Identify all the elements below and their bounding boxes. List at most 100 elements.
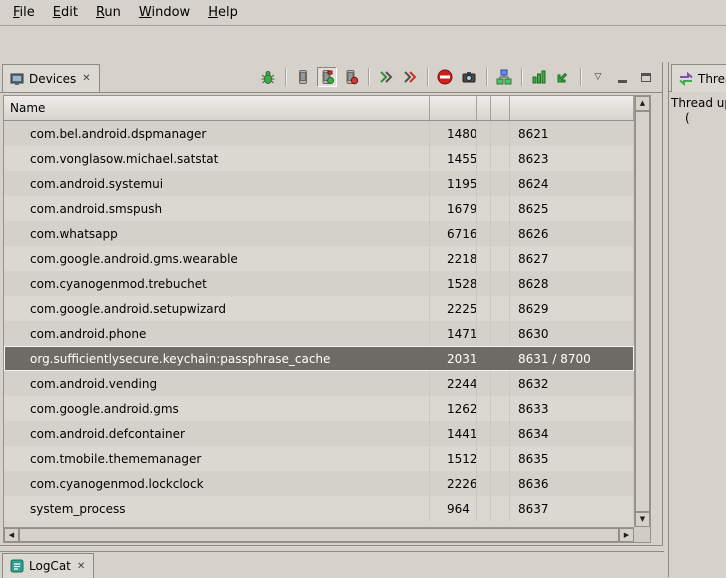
stop-tracing-icon[interactable] xyxy=(400,67,420,87)
process-status-cell xyxy=(477,296,491,321)
process-name-cell: com.tmobile.thememanager xyxy=(4,446,430,471)
process-flag-cell xyxy=(491,296,510,321)
table-row[interactable]: com.cyanogenmod.lockclock 22265 8636 xyxy=(4,471,634,496)
scroll-up-icon[interactable]: ▲ xyxy=(635,96,650,111)
table-row[interactable]: com.tmobile.thememanager 1512 8635 xyxy=(4,446,634,471)
process-flag-cell xyxy=(491,396,510,421)
threads-panel: Threa Thread up ( xyxy=(668,62,726,577)
process-name-cell: com.android.smspush xyxy=(4,196,430,221)
process-status-cell xyxy=(477,321,491,346)
table-row[interactable]: com.google.android.gms 12623 8633 xyxy=(4,396,634,421)
horizontal-scrollbar[interactable]: ◀ ▶ xyxy=(4,527,634,542)
scroll-right-icon[interactable]: ▶ xyxy=(619,528,634,542)
menu-edit[interactable]: Edit xyxy=(44,2,87,23)
table-row[interactable]: com.android.vending 22440 8632 xyxy=(4,371,634,396)
process-status-cell xyxy=(477,221,491,246)
table-row[interactable]: com.android.defcontainer 14411 8634 xyxy=(4,421,634,446)
process-status-cell xyxy=(477,421,491,446)
cause-gc-icon[interactable] xyxy=(341,67,361,87)
process-pid-cell: 12623 xyxy=(430,396,477,421)
menu-help[interactable]: Help xyxy=(199,2,247,23)
table-row[interactable]: com.cyanogenmod.trebuchet 1528 8628 xyxy=(4,271,634,296)
table-row[interactable]: system_process 964 8637 xyxy=(4,496,634,521)
table-row[interactable]: com.bel.android.dspmanager 1480 8621 xyxy=(4,121,634,146)
debug-icon[interactable] xyxy=(258,67,278,87)
process-pid-cell: 14411 xyxy=(430,421,477,446)
process-name-cell: com.android.defcontainer xyxy=(4,421,430,446)
table-row[interactable]: com.android.smspush 1679 8625 xyxy=(4,196,634,221)
process-status-cell xyxy=(477,446,491,471)
toolbar-separator xyxy=(427,68,428,86)
tab-devices[interactable]: Devices ✕ xyxy=(2,64,100,92)
table-row[interactable]: com.android.systemui 1195 8624 xyxy=(4,171,634,196)
process-pid-cell: 20311 xyxy=(430,346,477,371)
process-flag-cell xyxy=(491,246,510,271)
process-pid-cell: 22440 xyxy=(430,371,477,396)
toolbar-separator xyxy=(285,68,286,86)
process-port-cell: 8634 xyxy=(510,421,634,446)
threads-message: Thread up ( xyxy=(669,92,726,126)
process-flag-cell xyxy=(491,471,510,496)
minimize-icon[interactable] xyxy=(612,67,632,87)
table-row[interactable]: com.whatsapp 6716 8626 xyxy=(4,221,634,246)
process-port-cell: 8626 xyxy=(510,221,634,246)
process-pid-cell: 1471 xyxy=(430,321,477,346)
process-pid-cell: 6716 xyxy=(430,221,477,246)
tab-threads[interactable]: Threa xyxy=(671,64,726,92)
column-header-a xyxy=(477,96,491,120)
process-name-cell: com.whatsapp xyxy=(4,221,430,246)
process-pid-cell: 22185 xyxy=(430,246,477,271)
table-row[interactable]: com.google.android.gms.wearable 22185 86… xyxy=(4,246,634,271)
table-row[interactable]: com.google.android.setupwizard 22250 862… xyxy=(4,296,634,321)
logcat-panel: LogCat ✕ xyxy=(0,551,664,577)
method-profiling-icon[interactable] xyxy=(553,67,573,87)
update-threads-icon[interactable] xyxy=(529,67,549,87)
devices-tab-close-icon[interactable]: ✕ xyxy=(81,73,91,84)
horizontal-scrollbar-thumb[interactable] xyxy=(19,528,619,542)
process-flag-cell xyxy=(491,496,510,521)
logcat-tab-icon xyxy=(10,559,24,573)
view-menu-icon[interactable]: ▽ xyxy=(588,67,608,87)
start-tracing-icon[interactable] xyxy=(376,67,396,87)
process-port-cell: 8625 xyxy=(510,196,634,221)
process-port-cell: 8627 xyxy=(510,246,634,271)
tab-logcat[interactable]: LogCat ✕ xyxy=(2,553,94,578)
process-flag-cell xyxy=(491,371,510,396)
logcat-tab-close-icon[interactable]: ✕ xyxy=(76,561,86,572)
process-flag-cell xyxy=(491,196,510,221)
process-name-cell: org.sufficientlysecure.keychain:passphra… xyxy=(4,346,430,371)
process-name-cell: com.google.android.gms xyxy=(4,396,430,421)
scroll-left-icon[interactable]: ◀ xyxy=(4,528,19,542)
dump-hprof-icon[interactable] xyxy=(317,67,337,87)
process-pid-cell: 1679 xyxy=(430,196,477,221)
screen-capture-icon[interactable] xyxy=(459,67,479,87)
menu-window[interactable]: Window xyxy=(130,2,199,23)
scroll-down-icon[interactable]: ▼ xyxy=(635,512,650,527)
threads-tab-label: Threa xyxy=(698,72,726,86)
hierarchy-view-icon[interactable] xyxy=(494,67,514,87)
process-port-cell: 8621 xyxy=(510,121,634,146)
process-flag-cell xyxy=(491,121,510,146)
process-port-cell: 8633 xyxy=(510,396,634,421)
threads-view-header: Threa xyxy=(669,62,726,92)
vertical-scrollbar-thumb[interactable] xyxy=(635,111,650,512)
process-name-cell: com.android.vending xyxy=(4,371,430,396)
process-pid-cell: 1195 xyxy=(430,171,477,196)
process-port-cell: 8624 xyxy=(510,171,634,196)
process-pid-cell: 22265 xyxy=(430,471,477,496)
table-row[interactable]: org.sufficientlysecure.keychain:passphra… xyxy=(4,346,634,371)
process-status-cell xyxy=(477,121,491,146)
table-row[interactable]: com.android.phone 1471 8630 xyxy=(4,321,634,346)
table-row[interactable]: com.vonglasow.michael.satstat 14553 8623 xyxy=(4,146,634,171)
menu-file[interactable]: File xyxy=(4,2,44,23)
vertical-scrollbar[interactable]: ▲ ▼ xyxy=(634,96,650,527)
stop-process-icon[interactable] xyxy=(435,67,455,87)
process-flag-cell xyxy=(491,321,510,346)
column-header-name[interactable]: Name xyxy=(4,96,430,120)
toolbar-separator xyxy=(521,68,522,86)
menu-run[interactable]: Run xyxy=(87,2,130,23)
maximize-icon[interactable] xyxy=(636,67,656,87)
process-pid-cell: 14553 xyxy=(430,146,477,171)
process-port-cell: 8629 xyxy=(510,296,634,321)
update-heap-icon[interactable] xyxy=(293,67,313,87)
